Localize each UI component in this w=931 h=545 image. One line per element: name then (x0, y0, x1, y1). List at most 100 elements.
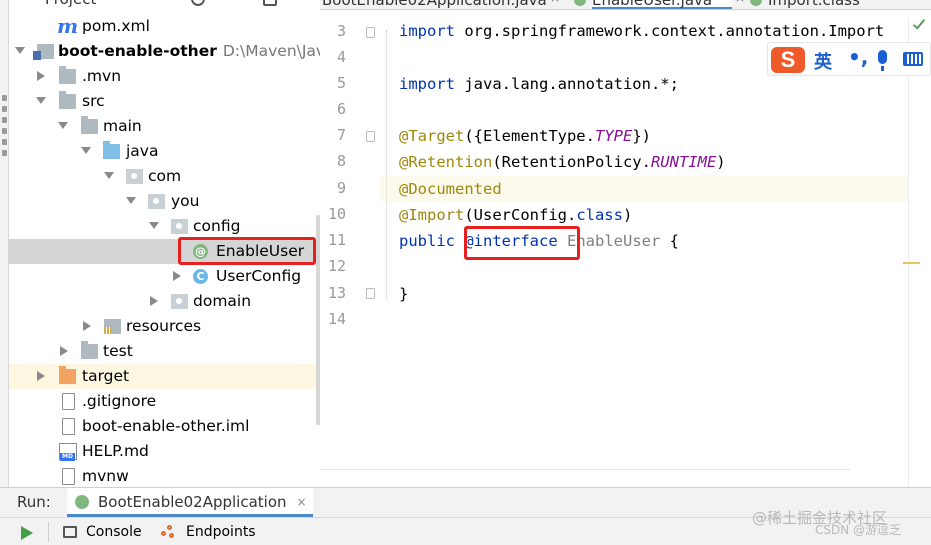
rerun-play-icon[interactable] (21, 526, 33, 540)
tree-item-test[interactable]: test (9, 339, 320, 364)
tree-item-boot-enable-other[interactable]: boot-enable-other D:\Maven\JavaV (9, 39, 320, 64)
fold-marker-icon[interactable] (366, 27, 375, 38)
code-token: (RetentionPolicy. (492, 153, 651, 171)
folder-icon (59, 91, 76, 109)
expand-arrow-icon[interactable] (15, 47, 25, 54)
tab-enableuser[interactable]: EnableUser.java (574, 0, 732, 9)
line-number: 6 (336, 100, 346, 118)
project-tool-window-label[interactable] (1, 95, 8, 190)
tree-item-resources[interactable]: resources (9, 314, 320, 339)
expand-arrow-icon[interactable] (126, 197, 136, 204)
code-token: public (399, 232, 455, 250)
locate-icon[interactable] (191, 0, 205, 6)
expand-arrow-icon[interactable] (36, 97, 46, 104)
tree-item-mvnw[interactable]: mvnw (9, 464, 320, 487)
tab-close-icon[interactable]: × (550, 0, 560, 5)
module-folder-icon (33, 44, 54, 60)
tree-item-userconfig[interactable]: C UserConfig (9, 264, 320, 289)
ime-language-toggle[interactable]: 英 (814, 48, 832, 74)
collapse-arrow-icon[interactable] (150, 296, 158, 306)
fold-marker-icon[interactable] (366, 288, 375, 299)
maven-m-icon: m (57, 14, 79, 38)
line-number: 3 (336, 22, 346, 40)
tree-item-you[interactable]: you (9, 189, 320, 214)
tree-item-com[interactable]: com (9, 164, 320, 189)
collapse-arrow-icon[interactable] (83, 321, 91, 331)
tree-item-help-md[interactable]: HELP.md (9, 439, 320, 464)
settings-gear-icon[interactable] (263, 0, 277, 6)
collapse-arrow-icon[interactable] (60, 346, 68, 356)
ime-punctuation-toggle[interactable]: •, (848, 45, 868, 69)
run-tab-bootenable02application[interactable]: BootEnable02Application × (67, 488, 313, 517)
module-path: D:\Maven\JavaV (222, 42, 320, 60)
warning-stripe-mark[interactable] (903, 262, 920, 264)
package-icon (171, 219, 188, 234)
project-panel-title[interactable]: Project (45, 0, 96, 8)
code-token: ) (716, 153, 726, 171)
tree-item-gitignore[interactable]: .gitignore (9, 389, 320, 414)
tree-item-label: you (171, 192, 200, 210)
code-token: }) (632, 127, 651, 145)
file-icon (62, 468, 75, 485)
tab-label: BootEnable02Application.java (322, 0, 547, 9)
microphone-icon[interactable] (878, 50, 887, 71)
tab-label: EnableUser.java (592, 0, 713, 9)
expand-arrow-icon[interactable] (149, 222, 159, 229)
tree-item-domain[interactable]: domain (9, 289, 320, 314)
console-icon[interactable] (63, 526, 77, 538)
tree-item-pom-xml[interactable]: m pom.xml (9, 14, 320, 39)
tree-item-label: boot-enable-other.iml (82, 417, 250, 435)
tree-item-label: com (148, 167, 182, 185)
tab-close-icon[interactable]: × (735, 0, 745, 5)
tree-item-config[interactable]: config (9, 214, 320, 239)
error-stripe[interactable] (908, 18, 931, 487)
code-area[interactable]: import org.springframework.context.annot… (399, 18, 884, 303)
module-name: boot-enable-other (58, 42, 217, 60)
expand-arrow-icon[interactable] (81, 147, 91, 154)
run-label: Run: (17, 493, 51, 511)
tree-item-mvn[interactable]: .mvn (9, 64, 320, 89)
tree-item-java[interactable]: java (9, 139, 320, 164)
tree-item-target[interactable]: target (9, 364, 320, 389)
code-token: EnableUser (567, 232, 661, 250)
sogou-logo-icon[interactable]: S (771, 47, 805, 73)
endpoints-icon[interactable] (161, 525, 176, 540)
keyboard-icon[interactable] (903, 52, 923, 66)
tab-import-class[interactable]: Import.class (750, 0, 918, 9)
code-token: ({ElementType. (464, 127, 595, 145)
tree-item-label: boot-enable-other D:\Maven\JavaV (58, 39, 320, 64)
editor-horizontal-scrollbar[interactable] (320, 469, 850, 475)
code-line-3: import org.springframework.context.annot… (399, 18, 884, 44)
tree-item-main[interactable]: main (9, 114, 320, 139)
tab-endpoints[interactable]: Endpoints (186, 518, 256, 545)
expand-arrow-icon[interactable] (104, 172, 114, 179)
close-icon[interactable]: × (296, 488, 306, 516)
code-token: @Target (399, 127, 465, 145)
fold-marker-icon[interactable] (366, 131, 375, 142)
collapse-arrow-icon[interactable] (37, 371, 45, 381)
tree-item-label: main (103, 117, 142, 135)
collapse-arrow-icon[interactable] (173, 271, 181, 281)
spring-boot-app-icon (75, 495, 89, 509)
line-number: 4 (336, 48, 346, 66)
line-number: 9 (336, 179, 346, 197)
file-icon (62, 418, 75, 435)
tree-item-label: target (82, 367, 130, 385)
package-icon (148, 194, 165, 209)
collapse-arrow-icon[interactable] (37, 71, 45, 81)
code-token: ) (622, 206, 633, 224)
folder-icon (81, 116, 98, 134)
tree-item-label: .mvn (82, 67, 122, 85)
line-number: 14 (327, 310, 346, 328)
line-number: 11 (327, 231, 346, 249)
markdown-icon (59, 443, 77, 461)
tab-bootenable02application[interactable]: BootEnable02Application.java (322, 0, 547, 9)
tree-item-src[interactable]: src (9, 89, 320, 114)
expand-arrow-icon[interactable] (58, 122, 68, 129)
tree-item-iml[interactable]: boot-enable-other.iml (9, 414, 320, 439)
left-tool-strip[interactable] (0, 0, 9, 490)
class-icon (750, 0, 762, 6)
tab-console[interactable]: Console (86, 518, 142, 545)
source-folder-icon (103, 141, 120, 159)
editor-tabs: BootEnable02Application.java × EnableUse… (320, 0, 931, 10)
